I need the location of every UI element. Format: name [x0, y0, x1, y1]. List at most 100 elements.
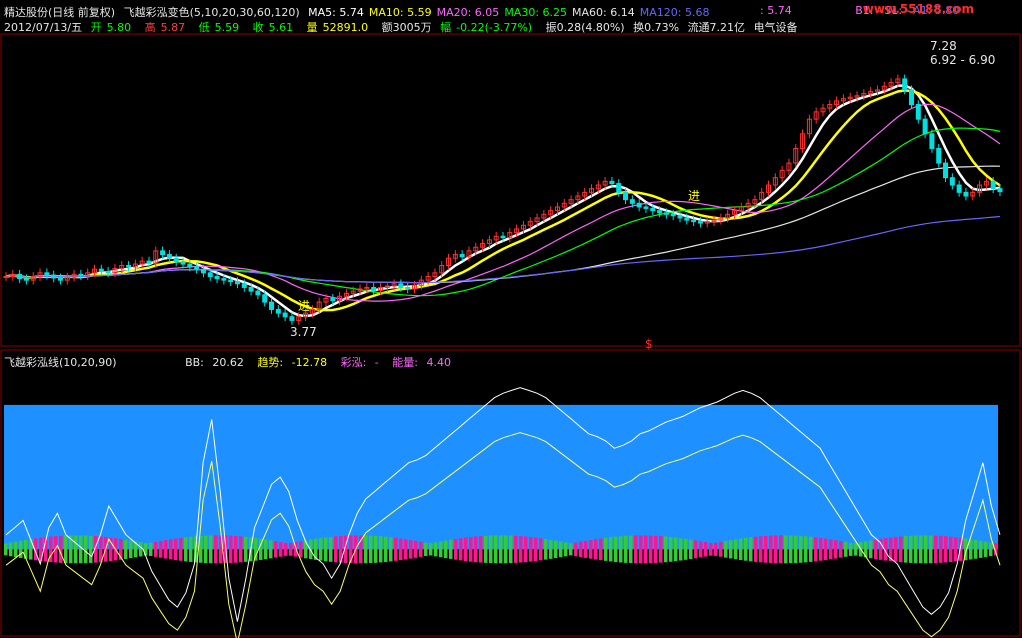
energy-bar: [914, 535, 918, 564]
energy-bar: [704, 542, 708, 557]
bb-value: 20.62: [212, 356, 244, 369]
indicator-fill-area: [4, 404, 998, 550]
candle-body: [269, 301, 275, 310]
energy-bar: [534, 537, 538, 562]
candle-body: [262, 294, 268, 303]
change-value: -0.22(-3.77%): [456, 21, 533, 34]
energy-bar: [139, 542, 143, 557]
close-value: 5.61: [268, 21, 294, 34]
candle-body: [623, 191, 629, 201]
sector: 电气设备: [753, 21, 798, 34]
energy-bar: [124, 539, 128, 559]
price-header: 精达股份(日线 前复权) 飞越彩泓变色(5,10,20,30,60,120) M…: [4, 4, 719, 20]
energy-bar: [414, 540, 418, 558]
candle-body: [248, 286, 254, 292]
candle-body: [78, 273, 84, 277]
energy-bar: [179, 537, 183, 561]
candle-body: [214, 275, 220, 280]
energy-bar: [469, 537, 473, 562]
energy-bar: [814, 537, 818, 562]
candle-body: [44, 272, 50, 276]
energy-bar: [229, 535, 233, 564]
candle-body: [636, 202, 642, 208]
energy-bar: [449, 539, 453, 559]
candle-body: [3, 275, 9, 278]
energy-bar: [759, 536, 763, 563]
turnover: 换0.73%: [633, 21, 680, 34]
energy-bar: [649, 535, 653, 564]
energy-bar: [619, 536, 623, 563]
candle-body: [371, 286, 377, 291]
energy-bar: [624, 535, 628, 563]
energy-bar: [904, 536, 908, 563]
low-value: 5.59: [214, 21, 240, 34]
energy-bar: [614, 536, 618, 563]
energy-bar: [489, 535, 493, 564]
energy-bar: [724, 541, 728, 558]
candle-body: [677, 215, 683, 219]
candle-body: [241, 283, 247, 288]
lower-title: 飞越彩泓线(10,20,90): [4, 356, 117, 369]
energy-bar: [494, 535, 498, 564]
ma-legend-4: MA60: 6.14: [572, 6, 635, 19]
energy-bar: [794, 535, 798, 564]
candle-body: [398, 283, 404, 288]
vol-label: 量: [306, 21, 318, 34]
energy-bar: [894, 536, 898, 562]
energy-bar: [589, 539, 593, 559]
energy-bar: [479, 536, 483, 563]
energy-bar: [574, 542, 578, 557]
candle-body: [126, 265, 132, 268]
candle-body: [282, 312, 288, 318]
price-annotation: 进: [298, 299, 310, 313]
candle-body: [289, 316, 295, 321]
lower-header: 飞越彩泓线(10,20,90) BB: 20.62 趋势: -12.78 彩泓:…: [4, 354, 461, 370]
energy-bar: [754, 536, 758, 562]
energy-bar: [499, 535, 503, 564]
ma-legend-2: MA20: 6.05: [436, 6, 500, 19]
energy-bar: [434, 542, 438, 557]
ma-legend-0: MA5: 5.74: [308, 6, 364, 19]
candle-body: [629, 199, 635, 204]
energy-bar: [334, 536, 338, 563]
energy-bar: [64, 535, 68, 564]
energy-bar: [804, 536, 808, 563]
candle-body: [105, 270, 111, 274]
energy-bar: [204, 535, 208, 564]
candle-body: [51, 274, 57, 279]
candle-body: [949, 177, 955, 186]
energy-bar: [74, 535, 78, 564]
energy-bar: [689, 539, 693, 560]
energy-bar: [899, 536, 903, 563]
energy-bar: [549, 539, 553, 559]
energy-bar: [604, 537, 608, 561]
high-value: 5.87: [160, 21, 186, 34]
energy-bar: [729, 540, 733, 559]
candle-body: [684, 217, 690, 221]
energy-bar: [4, 543, 8, 556]
close-label: 收: [252, 21, 264, 34]
float-shares: 流通7.21亿: [687, 21, 746, 34]
chart-canvas: 进进7.286.92 - 6.903.77$: [0, 33, 1021, 638]
energy-bar: [709, 543, 713, 556]
energy-bar: [669, 536, 673, 562]
energy-bar: [374, 535, 378, 563]
candle-body: [57, 277, 63, 281]
candle-body: [17, 273, 23, 280]
energy-bar: [599, 538, 603, 561]
indicator-name: 飞越彩泓变色(5,10,20,30,60,120): [123, 6, 300, 19]
ma-legend-1: MA10: 5.59: [368, 6, 432, 19]
energy-bar: [559, 541, 563, 558]
energy-bar: [579, 541, 583, 558]
energy-bar: [939, 535, 943, 563]
candle-body: [663, 212, 669, 215]
candle-body: [915, 104, 921, 120]
energy-bar: [454, 538, 458, 560]
candle-body: [221, 278, 227, 281]
energy-bar: [989, 542, 993, 557]
energy-bar: [399, 538, 403, 561]
energy-bar: [664, 536, 668, 563]
energy-bar: [184, 537, 188, 562]
energy-bar: [784, 535, 788, 564]
energy-bar: [674, 537, 678, 562]
